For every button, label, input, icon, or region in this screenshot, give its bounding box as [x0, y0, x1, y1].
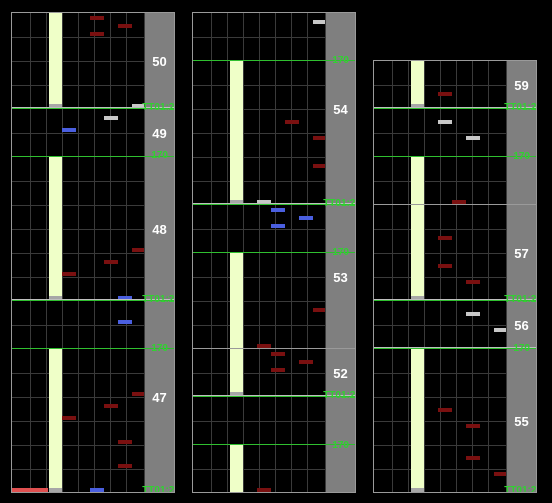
time-label: TT01:20 [142, 485, 175, 493]
note [299, 360, 313, 364]
measure-number: 47 [152, 390, 167, 405]
measure-number: 57 [514, 246, 529, 261]
note [271, 208, 285, 212]
chart-column-1: 50 49 48 47 TT01:20 170 TT01:20 170 TT01… [11, 12, 175, 493]
long-note-end [49, 488, 62, 492]
bpm-line [193, 60, 355, 61]
bpm-label: 170 [332, 55, 349, 66]
note [466, 280, 480, 284]
note [90, 488, 104, 492]
note [90, 16, 104, 20]
time-label: TT01:20 [504, 294, 537, 305]
note [104, 116, 118, 120]
note [313, 164, 325, 168]
time-label: TT01:20 [323, 390, 356, 401]
long-note [230, 61, 243, 200]
note [466, 424, 480, 428]
bpm-line [193, 444, 355, 445]
long-note [230, 445, 243, 492]
long-note [49, 13, 62, 104]
time-label: TT01:20 [323, 198, 356, 209]
long-note [411, 157, 424, 296]
note [257, 488, 271, 492]
time-label: TT01:20 [504, 102, 537, 113]
long-note [49, 157, 62, 296]
long-note [411, 61, 424, 104]
note [285, 120, 299, 124]
time-label: TT01:20 [142, 102, 175, 113]
note [466, 456, 480, 460]
bpm-label: 170 [151, 150, 168, 161]
note [271, 352, 285, 356]
measure-sidebar [145, 13, 174, 492]
note [438, 408, 452, 412]
bpm-line [12, 348, 174, 349]
lane-grid [374, 61, 507, 492]
bpm-line [193, 252, 355, 253]
long-note-end [411, 488, 424, 492]
note [438, 92, 452, 96]
measure-line [193, 348, 355, 349]
measure-number: 49 [152, 126, 167, 141]
note [438, 264, 452, 268]
bpm-line [374, 156, 536, 157]
note [104, 404, 118, 408]
chart-column-3: 59 57 56 55 TT01:20 170 TT01:20 170 TT01… [373, 60, 537, 493]
note [494, 472, 506, 476]
note [313, 20, 325, 24]
measure-number: 54 [333, 102, 348, 117]
time-label: TT01:20 [142, 294, 175, 305]
bpm-label: 170 [332, 247, 349, 258]
long-note [49, 349, 62, 488]
long-note [230, 253, 243, 392]
measure-number: 53 [333, 270, 348, 285]
measure-number: 59 [514, 78, 529, 93]
measure-number: 55 [514, 414, 529, 429]
note [118, 24, 132, 28]
note [313, 308, 325, 312]
note [271, 224, 285, 228]
note [466, 312, 480, 316]
note [132, 392, 144, 396]
note [313, 136, 325, 140]
scratch-note [12, 488, 48, 492]
note [494, 328, 506, 332]
note [118, 440, 132, 444]
note [90, 32, 104, 36]
long-note [411, 349, 424, 488]
note [271, 368, 285, 372]
note [299, 216, 313, 220]
measure-line [374, 204, 536, 205]
note [62, 128, 76, 132]
note [62, 272, 76, 276]
measure-number: 50 [152, 54, 167, 69]
note [438, 120, 452, 124]
time-label: TT01:20 [504, 485, 537, 493]
measure-number: 52 [333, 366, 348, 381]
bpm-line [12, 156, 174, 157]
note [104, 260, 118, 264]
note [466, 136, 480, 140]
bpm-label: 170 [513, 151, 530, 162]
note [118, 464, 132, 468]
chart-column-2: 54 53 52 170 TT01:20 170 TT01:20 170 [192, 12, 356, 493]
lane-grid [12, 13, 145, 492]
note [118, 320, 132, 324]
measure-number: 56 [514, 318, 529, 333]
bpm-label: 170 [332, 440, 349, 451]
note [62, 416, 76, 420]
note [438, 236, 452, 240]
bpm-label: 170 [513, 343, 530, 354]
bpm-line [374, 348, 536, 349]
note [132, 248, 144, 252]
measure-number: 48 [152, 222, 167, 237]
bpm-label: 170 [151, 343, 168, 354]
